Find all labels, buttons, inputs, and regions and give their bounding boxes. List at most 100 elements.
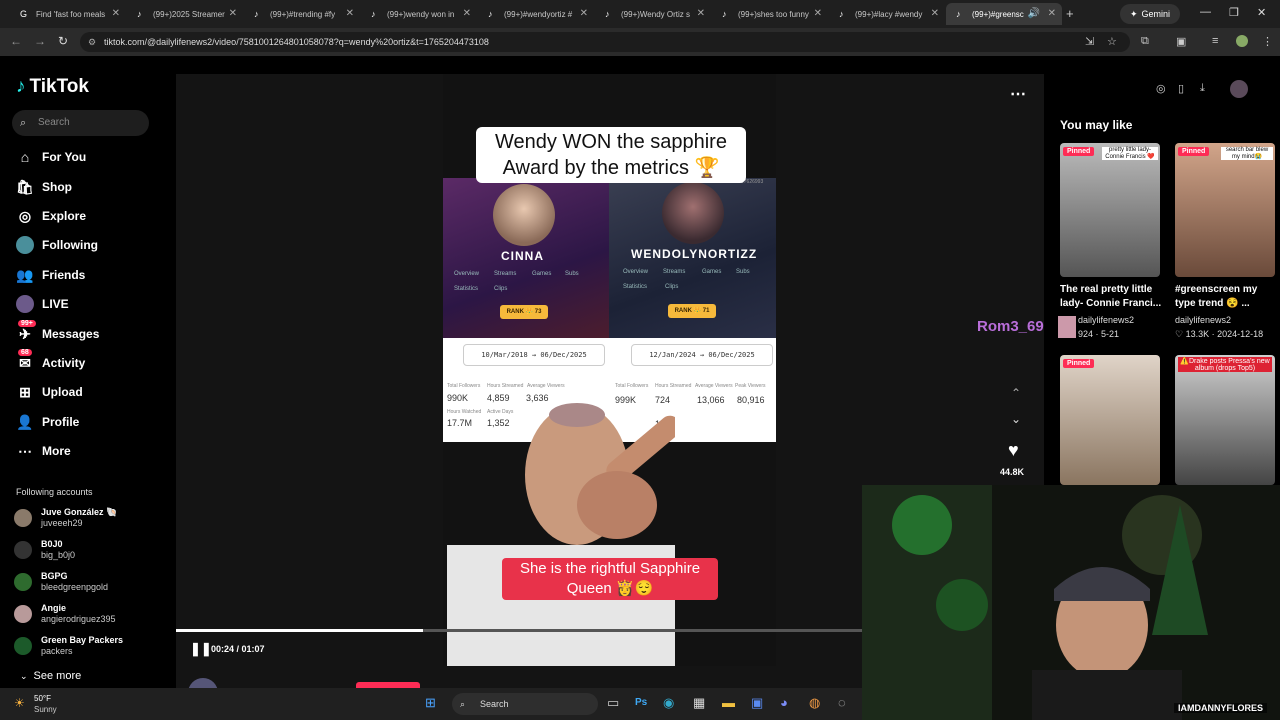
thumb-caption[interactable]: #greenscreen my type trend 😵 ... [1175,283,1275,311]
device-icon[interactable]: ▯ [1178,82,1184,95]
nav-profile[interactable]: 👤 Profile [16,411,79,433]
streamer-avatar [493,184,555,246]
bookmark-star-icon[interactable]: ☆ [1107,35,1117,48]
gemini-button[interactable]: ✦ Gemini [1120,4,1181,24]
sidepanel-icon[interactable]: ▣ [1176,35,1186,48]
thumb-caption[interactable]: The real pretty little lady- Connie Fran… [1060,283,1166,311]
close-icon[interactable]: ✕ [814,8,822,19]
windows-start-icon[interactable]: ⊞ [425,695,436,711]
nav-explore[interactable]: ◎ Explore [16,205,86,227]
menu-kebab-icon[interactable]: ⋮ [1262,35,1273,48]
url-text: tiktok.com/@dailylifenews2/video/7581001… [104,37,489,47]
stat-value: 80,916 [737,395,765,405]
chrome-icon[interactable]: ◍ [809,695,820,711]
browser-tab[interactable]: ♪ (99+)2025 Streamer ✕ [127,3,243,25]
discord-icon[interactable]: ◕ [780,695,788,710]
following-account[interactable]: Green Bay Packers packers [14,634,123,658]
thumb-meta: ♡ 13.3K · 2024-12-18 [1175,329,1264,339]
minimize-icon[interactable]: — [1200,6,1211,18]
reload-icon[interactable]: ↻ [58,34,68,48]
nav-messages[interactable]: ✈ 99+ Messages [16,319,99,345]
thumb-author[interactable]: dailylifenews2 [1175,315,1231,325]
nav-friends[interactable]: 👥 Friends [16,264,85,286]
following-account[interactable]: Angie angierodriguez395 [14,602,116,626]
edge-icon[interactable]: ◉ [663,695,674,711]
following-account[interactable]: BGPG bleedgreenpgold [14,570,108,594]
logo-text: TikTok [29,76,89,97]
forward-icon[interactable]: → [34,34,46,48]
site-info-icon[interactable]: ⚙ [88,32,96,52]
browser-tab-active[interactable]: ♪ (99+)#greensc 🔊 ✕ [946,3,1062,25]
account-name: Green Bay Packers [41,635,124,645]
coin-icon[interactable]: ◎ [1156,82,1166,95]
url-field[interactable]: ⚙ tiktok.com/@dailylifenews2/video/75810… [80,32,1130,52]
tiktok-logo[interactable]: ♪ TikTok [16,76,89,98]
following-account[interactable]: Juve González 🐚 juveeeh29 [14,506,117,530]
shop-icon: 🛍 [16,178,34,195]
browser-tab[interactable]: G Find 'fast foo meals ✕ [10,3,126,25]
browser-tab[interactable]: ♪ (99+)#trending #fy ✕ [244,3,360,25]
nav-upload[interactable]: ⊞ Upload [16,381,83,403]
user-avatar[interactable] [1230,80,1248,98]
nav-label: Activity [42,356,86,370]
browser-tab[interactable]: ♪ (99+)#wendyortiz # ✕ [478,3,594,25]
browser-tab[interactable]: ♪ (99+)shes too funny ✕ [712,3,828,25]
recommended-thumb[interactable]: ⚠️Drake posts Pressa's new album (drops … [1175,355,1275,485]
close-icon[interactable]: ✕ [346,8,354,19]
browser-tab[interactable]: ♪ (99+)Wendy Ortiz s ✕ [595,3,711,25]
recommended-thumb[interactable]: Pinned [1060,355,1160,485]
download-icon[interactable]: ⤓ [1200,82,1205,95]
close-icon[interactable]: ✕ [1048,8,1056,19]
nav-activity[interactable]: ✉ 68 Activity [16,348,86,374]
streamer-handle-badge: IAMDANNYFLORES [1174,703,1267,713]
thumb-author[interactable]: dailylifenews2 [1078,315,1134,325]
chevron-down-icon[interactable]: ⌄ [1011,412,1021,426]
nav-for-you[interactable]: ⌂ For You [16,146,86,168]
close-window-icon[interactable]: ✕ [1257,6,1266,19]
video-progress-bar[interactable] [176,629,862,632]
tab-search-icon[interactable]: ≡ [1212,35,1218,47]
pause-icon[interactable]: ❚❚ [190,641,212,657]
close-icon[interactable]: ✕ [931,8,939,19]
following-account[interactable]: B0J0 big_b0j0 [14,538,75,562]
card-tab: Overview [623,269,649,275]
tiktok-icon: ♪ [956,9,961,19]
folder-icon[interactable]: ▬ [722,695,735,710]
heart-icon[interactable]: ♥ [1008,440,1019,461]
profile-avatar-icon[interactable] [1236,35,1248,47]
photoshop-icon[interactable]: Ps [635,697,647,708]
nav-shop[interactable]: 🛍 Shop [16,176,72,198]
browser-tab[interactable]: ♪ (99+)wendy won in ✕ [361,3,477,25]
close-icon[interactable]: ✕ [229,8,237,19]
close-icon[interactable]: ✕ [112,8,120,19]
tab-title: (99+)Wendy Ortiz s [621,9,690,19]
close-icon[interactable]: ✕ [580,8,588,19]
card-tab: Statistics [454,286,479,292]
taskbar-search[interactable]: ⌕ Search [452,693,598,715]
overlay-avatar [1058,316,1076,338]
chevron-up-icon[interactable]: ⌃ [1011,386,1021,400]
app-icon[interactable]: ▣ [751,695,763,711]
nav-more[interactable]: ⋯ More [16,440,71,462]
search-input[interactable]: ⌕ Search [12,110,149,136]
address-bar-row: ← → ↻ ⚙ tiktok.com/@dailylifenews2/video… [0,28,1280,56]
restore-icon[interactable]: ❐ [1229,6,1239,19]
see-more-link[interactable]: ⌄ See more [20,670,81,682]
close-icon[interactable]: ✕ [463,8,471,19]
browser-tab[interactable]: ♪ (99+)#lacy #wendy ✕ [829,3,945,25]
extensions-icon[interactable]: ⧉ [1141,35,1149,48]
recommended-thumb[interactable]: Pinned pretty little lady- Connie Franci… [1060,143,1160,277]
more-options-icon[interactable]: ⋯ [1010,84,1026,104]
mute-icon[interactable]: 🔊 [1028,8,1040,19]
back-icon[interactable]: ← [10,34,22,48]
streamer-card-left: CINNA Overview Streams Games Subs Statis… [443,178,609,338]
nav-following[interactable]: Following [16,234,98,256]
store-icon[interactable]: ▦ [693,695,705,711]
task-view-icon[interactable]: ▭ [607,695,619,711]
install-icon[interactable]: ⇲ [1085,35,1094,48]
nav-live[interactable]: LIVE [16,293,69,315]
obs-icon[interactable]: ◌ [838,695,846,710]
recommended-thumb[interactable]: Pinned search bar blew my mind😭 [1175,143,1275,277]
close-icon[interactable]: ✕ [697,8,705,19]
new-tab-button[interactable]: + [1066,6,1074,21]
